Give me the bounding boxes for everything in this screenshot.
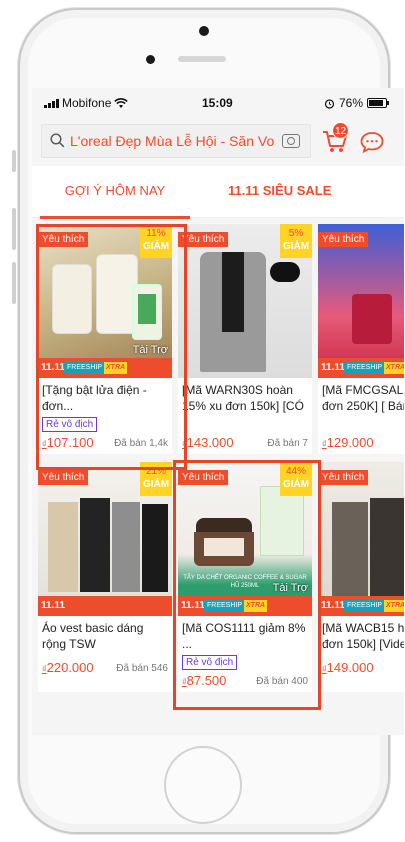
favorite-tag: Yêu thích (38, 470, 89, 485)
sensor-dot (146, 55, 155, 64)
search-icon (50, 133, 65, 153)
promo-strip: 11.11 FREESHIP XTRA (178, 596, 312, 616)
sold-count: Đã bán 400 (256, 676, 308, 687)
app-screen: Mobifone 15:09 76% 12 GỢI Ý HÔM NAY 11.1… (32, 88, 404, 735)
home-button[interactable] (164, 746, 242, 824)
alarm-icon (324, 98, 335, 109)
product-price: ₫129.000 (322, 435, 374, 450)
favorite-tag: Yêu thích (178, 470, 229, 485)
product-price: ₫149.000 (322, 660, 374, 675)
cheap-badge: Rẻ vô địch (182, 655, 238, 670)
product-card[interactable]: Yêu thích 11.11 FREESHIP XTRA [Mã WACB15 h… (318, 462, 404, 692)
product-card[interactable]: TẨY DA CHẾT ORGANIC COFFEE & SUGAR HŨ 25… (178, 462, 312, 692)
price-value: 149.000 (326, 660, 374, 675)
discount-badge: 44% GIẢM (280, 462, 312, 496)
tab-goi-y-hom-nay[interactable]: GỢI Ý HÔM NAY (40, 166, 190, 219)
discount-label: GIẢM (282, 241, 310, 252)
search-input[interactable] (70, 129, 275, 153)
sold-count: Đã bán 7 (267, 438, 308, 449)
status-bar: Mobifone 15:09 76% (32, 88, 404, 116)
favorite-tag: Yêu thích (178, 232, 229, 247)
product-card[interactable]: Yêu thích 11% GIẢM Tài Trợ 11.11 FREESHIP X… (38, 224, 172, 454)
discount-label: GIẢM (282, 479, 310, 490)
discount-badge: 11% GIẢM (140, 224, 172, 258)
price-value: 129.000 (326, 435, 374, 450)
price-value: 220.000 (46, 660, 94, 675)
favorite-tag: Yêu thích (38, 232, 89, 247)
discount-percent: 11% (146, 228, 166, 239)
product-price: ₫220.000 (42, 660, 94, 675)
carrier-name: Mobifone (62, 96, 112, 110)
discount-percent: 21% (145, 466, 166, 477)
mute-switch (12, 150, 16, 172)
tab-sieu-sale-prefix: 11.11 (228, 183, 260, 198)
product-title: [Mã COS1111 giảm 8% ... (182, 621, 306, 651)
sponsored-label: Tài Trợ (272, 582, 308, 594)
chat-icon[interactable] (359, 130, 385, 154)
cart-count-badge: 12 (332, 122, 349, 139)
tab-sieu-sale-label: SIÊU SALE (262, 183, 332, 198)
product-card[interactable]: Yêu thích 5% GIẢM [Mã WARN30S hoàn 15% xu… (178, 224, 312, 454)
discount-badge: 21% GIẢM (140, 462, 172, 496)
product-card[interactable]: Yêu thích 21% GIẢM 11.11 Áo vest basic dá… (38, 462, 172, 692)
product-title: [Mã WACB15 hoàn xu đơn 150k] [Vide (322, 621, 404, 651)
discount-percent: 5% (288, 228, 304, 239)
camera-icon[interactable] (282, 134, 300, 148)
cheap-badge: Rẻ vô địch (42, 417, 98, 432)
discount-label: GIẢM (142, 241, 170, 252)
sold-count: Đã bán 546 (116, 663, 168, 674)
volume-down-button (12, 262, 16, 304)
battery-icon (367, 98, 390, 108)
discount-label: GIẢM (142, 479, 170, 490)
price-value: 143.000 (186, 435, 234, 450)
favorite-tag: Yêu thích (318, 232, 369, 247)
promo-strip: 11.11 FREESHIP XTRA (318, 596, 404, 616)
promo-strip: 11.11 FREESHIP XTRA (318, 358, 404, 378)
product-image: Yêu thích 11.11 FREESHIP XTRA (318, 224, 404, 378)
sold-count: Đã bán 1,4k (114, 438, 168, 449)
wifi-icon (114, 97, 129, 108)
discount-badge: 5% GIẢM (280, 224, 312, 258)
sponsored-label: Tài Trợ (132, 344, 168, 356)
product-title: Áo vest basic dáng rộng TSW (42, 621, 144, 651)
product-price: ₫107.100 (42, 435, 94, 450)
front-camera (199, 26, 209, 36)
product-card[interactable]: Yêu thích 11.11FREESHIPXTRA [Mã FMCGSALE… (318, 224, 404, 454)
volume-up-button (12, 208, 16, 250)
product-image: Yêu thích 11.11 FREESHIP XTRA (318, 462, 404, 616)
promo-strip: 11.11 (38, 596, 172, 616)
promo-strip: 11.11 FREESHIP XTRA (38, 358, 172, 378)
product-title: [Tặng bật lửa điện - đơn... (42, 383, 147, 413)
price-value: 87.500 (186, 673, 227, 688)
search-bar-row: 12 (32, 116, 404, 166)
favorite-tag: Yêu thích (318, 470, 369, 485)
price-value: 107.100 (46, 435, 94, 450)
product-image: Yêu thích 11% GIẢM Tài Trợ 11.11 FREESHIP X… (38, 224, 172, 378)
battery-percent: 76% (339, 96, 364, 110)
tab-sieu-sale[interactable]: 11.11 SIÊU SALE (228, 166, 331, 218)
earpiece-speaker (178, 56, 226, 62)
product-image: Yêu thích 21% GIẢM 11.11 (38, 462, 172, 616)
product-title: [Mã FMCGSALE giảm đơn 250K] [ Bán S (322, 383, 404, 413)
status-time: 15:09 (202, 96, 233, 110)
tab-bar: GỢI Ý HÔM NAY 11.11 SIÊU SALE (32, 166, 404, 219)
discount-percent: 44% (285, 466, 306, 477)
product-price: ₫87.500 (182, 673, 226, 688)
signal-icon (44, 98, 59, 108)
product-title: [Mã WARN30S hoàn 15% xu đơn 150k] [CÓ SẴ… (182, 383, 304, 413)
search-box[interactable] (41, 124, 311, 158)
product-image: Yêu thích 5% GIẢM (178, 224, 312, 378)
product-image: TẨY DA CHẾT ORGANIC COFFEE & SUGAR HŨ 25… (178, 462, 312, 616)
product-price: ₫143.000 (182, 435, 234, 450)
